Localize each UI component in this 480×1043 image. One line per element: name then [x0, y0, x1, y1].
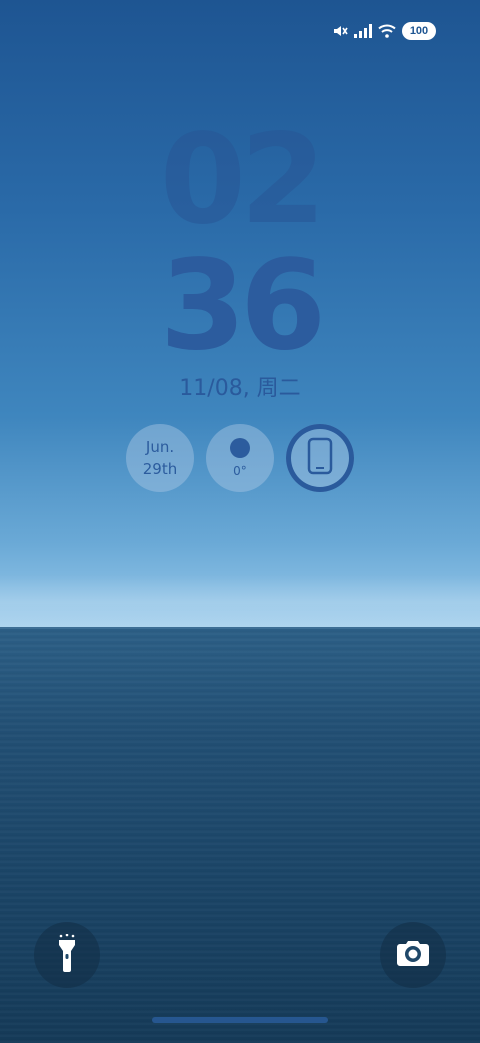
device-widget[interactable] [286, 424, 354, 492]
wifi-icon [378, 24, 396, 38]
calendar-day: 29th [142, 460, 178, 478]
camera-icon [396, 939, 430, 971]
date-label: 11/08, 周二 [179, 376, 301, 401]
horizon-line [0, 627, 480, 629]
lock-screen: 100 02 36 11/08, 周二 Jun. 29th 0° [0, 0, 480, 1043]
flashlight-button[interactable] [34, 922, 100, 988]
calendar-widget[interactable]: Jun. 29th [126, 424, 194, 492]
calendar-month: Jun. [145, 438, 175, 456]
horizon-haze [0, 575, 480, 630]
weather-dot-icon [230, 438, 250, 458]
weather-widget[interactable]: 0° [206, 424, 274, 492]
mute-icon [332, 23, 348, 39]
signal-icon [354, 24, 372, 38]
phone-icon [307, 437, 333, 479]
clock-minutes: 36 [159, 234, 327, 378]
flashlight-icon [56, 933, 78, 976]
status-bar: 100 [332, 22, 436, 40]
camera-button[interactable] [380, 922, 446, 988]
battery-indicator: 100 [402, 22, 436, 40]
weather-temp: 0° [233, 464, 247, 478]
home-indicator[interactable] [152, 1017, 328, 1023]
clock-hours: 02 [159, 108, 327, 252]
